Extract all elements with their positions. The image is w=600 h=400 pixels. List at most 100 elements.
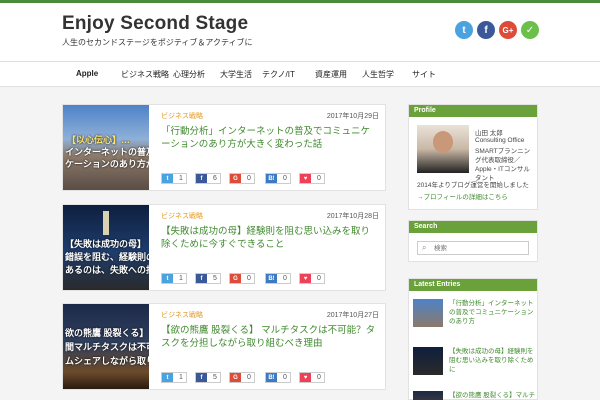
googleplus-share-button[interactable]: G0: [229, 372, 255, 383]
post-thumbnail[interactable]: 【失敗は成功の母】 錯誤を阻む、経験則の根 あるのは、失敗への拒絶: [63, 205, 149, 290]
hatena-share-button[interactable]: B! 0: [265, 273, 291, 284]
facebook-share-button[interactable]: f5: [195, 273, 221, 284]
facebook-icon[interactable]: f: [477, 21, 495, 39]
hatena-icon: B!: [266, 274, 277, 283]
profile-desc: SMARTプランニング代表取締役／Apple・ITコンサルタント: [475, 148, 531, 182]
main-nav: Apple ビジネス戦略 心理分析 大学生活 テクノ/IT 資産運用 人生哲学 …: [0, 61, 600, 87]
post-title[interactable]: 「行動分析」インターネットの普及でコミュニケーションのあり方が大きく変わった話: [161, 125, 379, 151]
googleplus-icon: G: [230, 274, 241, 283]
latest-entry-thumb: [413, 391, 443, 400]
feedly-icon[interactable]: ✓: [521, 21, 539, 39]
pocket-icon: ♥: [300, 174, 311, 183]
search-widget: Search ⌕: [408, 220, 538, 262]
search-icon[interactable]: ⌕: [422, 243, 426, 253]
share-count: 0: [283, 374, 287, 381]
share-bar: t1 f5 G0 B! 0 ♥ 0: [161, 273, 391, 284]
pocket-share-button[interactable]: ♥ 0: [299, 273, 325, 284]
pocket-share-button[interactable]: ♥ 0: [299, 372, 325, 383]
twitter-icon[interactable]: t: [455, 21, 473, 39]
share-count: 1: [179, 175, 183, 182]
share-count: 1: [179, 374, 183, 381]
nav-item-philosophy[interactable]: 人生哲学: [362, 69, 394, 80]
post-card: 【失敗は成功の母】 錯誤を阻む、経験則の根 あるのは、失敗への拒絶 ビジネス戦略…: [62, 204, 386, 291]
hatena-icon: B!: [266, 174, 277, 183]
twitter-icon: t: [162, 373, 173, 382]
post-category[interactable]: ビジネス戦略: [161, 310, 203, 320]
post-title[interactable]: 【失敗は成功の母】経験則を阻む思い込みを取り除くために今すぐできること: [161, 225, 379, 251]
googleplus-share-button[interactable]: G0: [229, 173, 255, 184]
profile-widget: Profile 山田 太郎 Consulting Office SMARTプラン…: [408, 104, 538, 210]
twitter-share-button[interactable]: t1: [161, 273, 187, 284]
profile-org: Consulting Office: [475, 137, 525, 144]
twitter-icon: t: [162, 274, 173, 283]
share-count: 0: [247, 175, 251, 182]
twitter-share-button[interactable]: t1: [161, 173, 187, 184]
hatena-share-button[interactable]: B! 0: [265, 372, 291, 383]
thumb-caption: 間マルチタスクは不可能: [65, 342, 149, 352]
googleplus-share-button[interactable]: G0: [229, 273, 255, 284]
face-shape: [433, 131, 453, 153]
post-thumbnail[interactable]: 【以心伝心】… インターネットの普及で ケーションのあり方が大きく: [63, 105, 149, 190]
pocket-share-button[interactable]: ♥ 0: [299, 173, 325, 184]
post-date: 2017年10月27日: [326, 312, 379, 319]
post-title[interactable]: 【欲の熊鷹 股裂くる】 マルチタスクは不可能？タスクを分担しながら取り組むべき理…: [161, 324, 379, 350]
thumb-caption: ケーションのあり方が大きく: [65, 159, 149, 169]
latest-heading: Latest Entries: [409, 279, 537, 291]
post-category[interactable]: ビジネス戦略: [161, 111, 203, 121]
nav-item-investment[interactable]: 資産運用: [315, 69, 347, 80]
nav-item-business[interactable]: ビジネス戦略: [121, 69, 169, 80]
facebook-share-button[interactable]: f5: [195, 372, 221, 383]
nav-item-site[interactable]: サイト: [412, 69, 436, 80]
profile-bio: 2014年よりブログ運営を開始しました: [417, 182, 529, 189]
nav-item-university[interactable]: 大学生活: [220, 69, 252, 80]
search-input[interactable]: [434, 243, 524, 253]
twitter-share-button[interactable]: t1: [161, 372, 187, 383]
post-date: 2017年10月28日: [326, 213, 379, 220]
share-count: 0: [247, 374, 251, 381]
avatar: [417, 125, 469, 173]
share-count: 0: [317, 374, 321, 381]
site-title[interactable]: Enjoy Second Stage: [62, 13, 248, 35]
latest-entry-thumb: [413, 299, 443, 327]
pocket-icon: ♥: [300, 274, 311, 283]
post-date: 2017年10月29日: [326, 113, 379, 120]
latest-entry-thumb: [413, 347, 443, 375]
latest-entry-title: 【欲の熊鷹 股裂くる】マルチタスクは不可能？: [449, 392, 536, 399]
latest-entry-title: 【失敗は成功の母】経験則を阻む思い込みを取り除くために: [449, 348, 534, 373]
share-count: 1: [179, 275, 183, 282]
facebook-icon: f: [196, 174, 207, 183]
thumb-caption: あるのは、失敗への拒絶: [65, 265, 149, 275]
share-count: 0: [317, 275, 321, 282]
latest-entry-title: 「行動分析」インターネットの普及でコミュニケーションのあり方: [449, 300, 534, 325]
facebook-glyph: f: [484, 24, 488, 36]
post-thumbnail[interactable]: 欲の熊鷹 股裂くる】 間マルチタスクは不可能 ムシェアしながら取り組: [63, 304, 149, 389]
post-card: 欲の熊鷹 股裂くる】 間マルチタスクは不可能 ムシェアしながら取り組 ビジネス戦…: [62, 303, 386, 390]
googleplus-icon: G: [230, 373, 241, 382]
googleplus-icon: G: [230, 174, 241, 183]
latest-entries-widget: Latest Entries 「行動分析」インターネットの普及でコミュニケーショ…: [408, 278, 538, 400]
thumb-caption: 欲の熊鷹 股裂くる】: [65, 328, 149, 338]
site-header: Enjoy Second Stage 人生のセカンドステージをポジティブ＆アクテ…: [0, 3, 600, 61]
pocket-icon: ♥: [300, 373, 311, 382]
profile-link[interactable]: →プロフィールの詳細はこちら: [417, 191, 508, 201]
hatena-icon: B!: [266, 373, 277, 382]
googleplus-glyph: G+: [502, 25, 514, 35]
thumb-caption: 錯誤を阻む、経験則の根: [65, 252, 149, 262]
share-count: 0: [283, 175, 287, 182]
facebook-share-button[interactable]: f6: [195, 173, 221, 184]
nav-item-tech[interactable]: テクノ/IT: [262, 69, 295, 80]
feedly-glyph: ✓: [525, 24, 535, 36]
thumb-caption: ムシェアしながら取り組: [65, 356, 149, 366]
share-bar: t1 f6 G0 B! 0 ♥ 0: [161, 173, 391, 184]
share-count: 6: [213, 175, 217, 182]
share-count: 0: [283, 275, 287, 282]
profile-heading: Profile: [409, 105, 537, 117]
site-subtitle: 人生のセカンドステージをポジティブ＆アクティブに: [62, 38, 253, 47]
googleplus-icon[interactable]: G+: [499, 21, 517, 39]
nav-item-apple[interactable]: Apple: [76, 69, 98, 78]
post-category[interactable]: ビジネス戦略: [161, 211, 203, 221]
share-count: 5: [213, 374, 217, 381]
nav-item-psychology[interactable]: 心理分析: [173, 69, 205, 80]
hatena-share-button[interactable]: B! 0: [265, 173, 291, 184]
twitter-icon: t: [162, 174, 173, 183]
